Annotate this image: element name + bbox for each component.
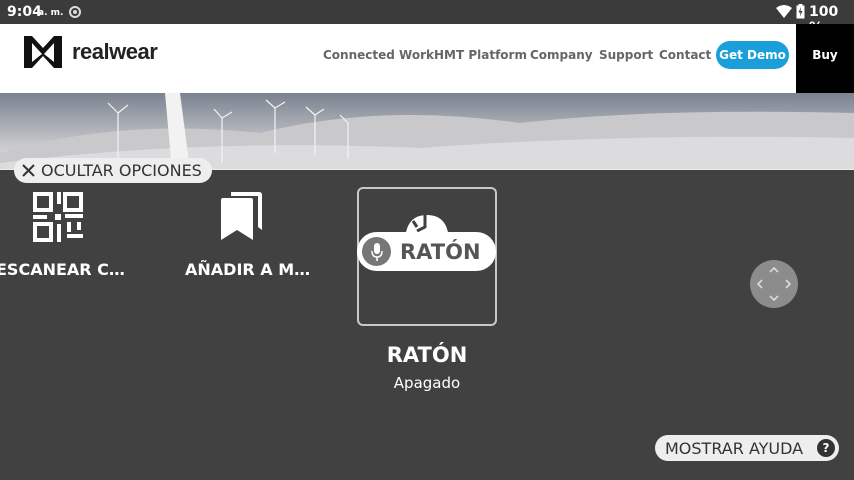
show-help-button[interactable]: MOSTRAR AYUDA ? [655, 435, 839, 461]
nav-support[interactable]: Support [599, 48, 653, 62]
notification-icon [69, 6, 81, 18]
realwear-logo-icon [24, 36, 62, 68]
qr-code-icon [33, 192, 83, 242]
close-icon [22, 164, 35, 177]
mouse-option-status: Apagado [393, 374, 461, 392]
nav-hmt-platform[interactable]: HMT Platform [434, 48, 527, 62]
mouse-voice-label: RATÓN [400, 239, 481, 264]
site-header: realwear Connected Work HMT Platform Com… [0, 24, 854, 125]
nav-contact[interactable]: Contact [659, 48, 711, 62]
mouse-option-title: RATÓN [386, 343, 468, 367]
buy-now-button[interactable]: Buy Now [796, 24, 854, 125]
hide-options-label: OCULTAR OPCIONES [41, 161, 202, 180]
bookmarks-icon [221, 192, 262, 240]
nav-connected-work[interactable]: Connected Work [323, 48, 434, 62]
get-demo-button[interactable]: Get Demo [716, 41, 789, 69]
logo-text: realwear [72, 39, 158, 64]
microphone-icon [362, 237, 391, 266]
status-bar: 9:04 a. m. 100 % [0, 0, 854, 36]
battery-icon [796, 4, 805, 19]
help-icon: ? [817, 439, 835, 457]
dpad-control[interactable] [750, 260, 798, 308]
mouse-voice-command[interactable]: RATÓN [357, 232, 496, 271]
status-time: 9:04 [7, 4, 42, 20]
scan-code-label: ESCANEAR C… [0, 260, 125, 279]
wifi-icon [776, 5, 792, 18]
add-bookmark-label: AÑADIR A M… [185, 260, 311, 279]
hide-options-button[interactable]: OCULTAR OPCIONES [14, 158, 212, 183]
dpad-arrows-icon [756, 266, 792, 302]
realwear-logo[interactable]: realwear [22, 34, 158, 70]
show-help-label: MOSTRAR AYUDA [665, 438, 804, 458]
nav-company[interactable]: Company [530, 48, 593, 62]
status-ampm: a. m. [38, 8, 64, 18]
